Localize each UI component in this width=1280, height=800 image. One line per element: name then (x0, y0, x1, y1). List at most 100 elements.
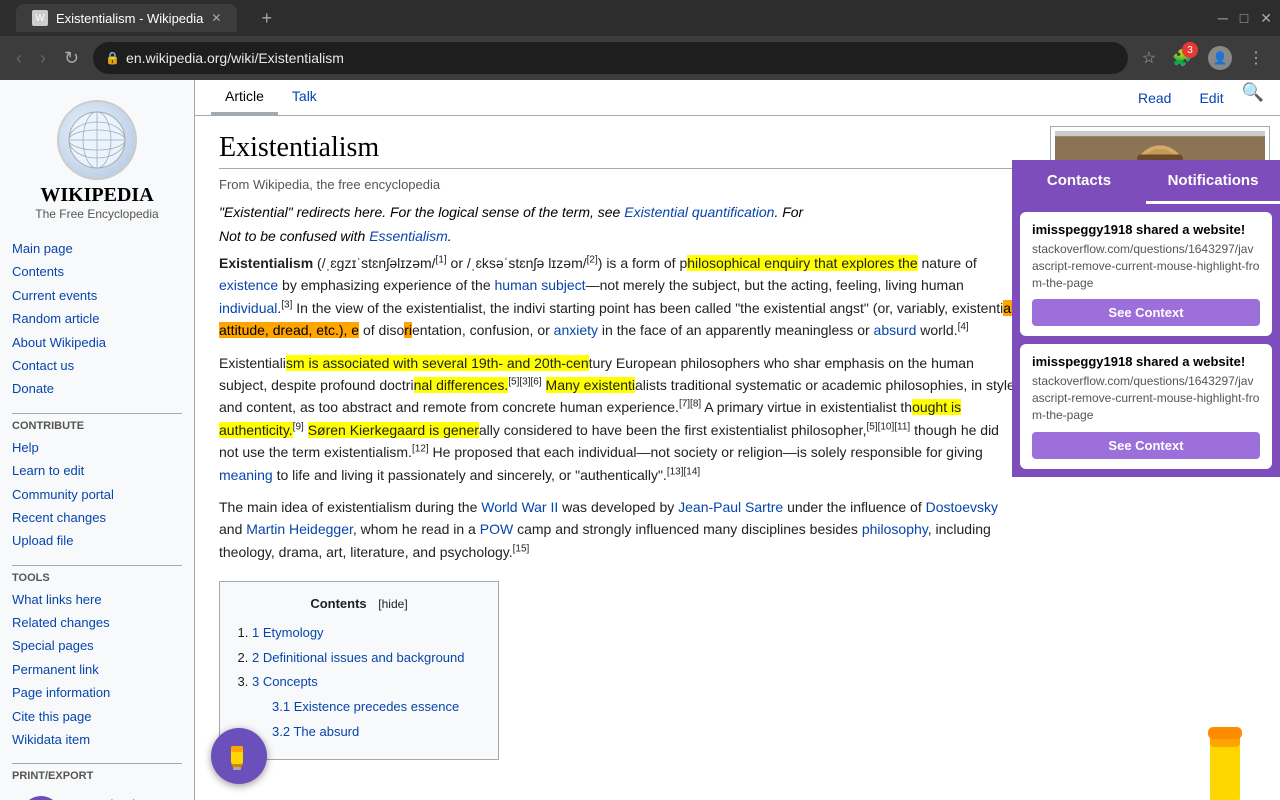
sidebar-link-learn[interactable]: Learn to edit (12, 459, 182, 482)
toc-link-3-2[interactable]: 3.2 The absurd (272, 724, 359, 739)
individual-link[interactable]: individual (219, 300, 277, 316)
print-button[interactable]: 💾 (21, 796, 61, 800)
wiki-tabs: Article Talk Read Edit 🔍 (195, 80, 1280, 116)
edit-action[interactable]: Edit (1189, 82, 1233, 114)
absurd-link[interactable]: absurd (874, 322, 917, 338)
search-icon[interactable]: 🔍 (1242, 82, 1264, 114)
paragraph-3: The main idea of existentialism during t… (219, 496, 1016, 563)
sidebar-link-pdf[interactable]: Download as PDF (77, 793, 182, 800)
notification-tabs: Contacts Notifications (1012, 160, 1280, 204)
minimize-button[interactable]: ─ (1218, 10, 1228, 27)
toc-link-3-1[interactable]: 3.1 Existence precedes essence (272, 699, 459, 714)
sidebar-link-permanent[interactable]: Permanent link (12, 658, 182, 681)
sidebar-link-main[interactable]: Main page (12, 237, 182, 260)
sidebar-link-wikidata[interactable]: Wikidata item (12, 728, 182, 751)
sidebar-link-whatlinks[interactable]: What links here (12, 588, 182, 611)
sidebar-tools-section: Tools What links here Related changes Sp… (0, 559, 194, 758)
new-tab-button[interactable]: + (253, 4, 280, 33)
tab-favicon: W (32, 10, 48, 26)
url-text: en.wikipedia.org/wiki/Existentialism (126, 50, 1116, 66)
sidebar-link-contact[interactable]: Contact us (12, 354, 182, 377)
sidebar-link-cite[interactable]: Cite this page (12, 705, 182, 728)
contacts-tab[interactable]: Contacts (1012, 160, 1146, 204)
menu-button[interactable]: ⋮ (1244, 44, 1268, 72)
notification-panel: Contacts Notifications imisspeggy1918 sh… (1012, 160, 1280, 477)
meaning-link[interactable]: meaning (219, 467, 273, 483)
heidegger-link[interactable]: Martin Heidegger (246, 521, 353, 537)
extension-button[interactable]: 🧩 3 (1168, 44, 1196, 72)
ww2-link[interactable]: World War II (481, 499, 558, 515)
refresh-button[interactable]: ↻ (60, 44, 83, 73)
browser-controls: ‹ › ↻ 🔒 en.wikipedia.org/wiki/Existentia… (0, 36, 1280, 80)
wiki-logo-sub: The Free Encyclopedia (10, 207, 184, 221)
philosophy-link[interactable]: philosophy (862, 521, 928, 537)
notif-card-2-url: stackoverflow.com/questions/1643297/java… (1032, 373, 1260, 423)
notification-card-1: imisspeggy1918 shared a website! stackov… (1020, 212, 1272, 336)
paragraph-1: Existentialism (/ˌɛɡzɪˈstɛnʃəlɪzəm/[1] o… (219, 252, 1016, 342)
address-bar[interactable]: 🔒 en.wikipedia.org/wiki/Existentialism (93, 42, 1128, 74)
lead-bold: Existentialism (219, 255, 313, 271)
print-links: Download as PDF Printable version (77, 793, 182, 800)
toc-link-3[interactable]: 3 Concepts (252, 674, 318, 689)
existence-link[interactable]: existence (219, 277, 278, 293)
avatar-button[interactable]: 👤 (1204, 42, 1236, 74)
close-button[interactable]: ✕ (1260, 10, 1272, 27)
tab-talk[interactable]: Talk (278, 80, 331, 115)
browser-tab-active[interactable]: W Existentialism - Wikipedia ✕ (16, 4, 237, 32)
dostoevsky-link[interactable]: Dostoevsky (926, 499, 998, 515)
forward-button[interactable]: › (36, 44, 50, 73)
user-avatar: 👤 (1208, 46, 1232, 70)
sidebar-contribute-section: Contribute Help Learn to edit Community … (0, 407, 194, 559)
lock-icon: 🔒 (105, 51, 120, 65)
highlighter-widget[interactable] (211, 728, 267, 784)
anxiety-link[interactable]: anxiety (554, 322, 598, 338)
sidebar-link-random[interactable]: Random article (12, 307, 182, 330)
sidebar-link-donate[interactable]: Donate (12, 377, 182, 400)
see-context-button-1[interactable]: See Context (1032, 299, 1260, 326)
maximize-button[interactable]: □ (1240, 10, 1248, 27)
sidebar-link-events[interactable]: Current events (12, 284, 182, 307)
existential-quantification-link[interactable]: Existential quantification (624, 204, 774, 220)
sidebar-link-special[interactable]: Special pages (12, 634, 182, 657)
page-content: WIKIPEDIA The Free Encyclopedia Main pag… (0, 80, 1280, 800)
human-subject-link[interactable]: human subject (495, 277, 586, 293)
tools-section-title: Tools (12, 565, 182, 584)
notification-card-2: imisspeggy1918 shared a website! stackov… (1020, 344, 1272, 468)
tab-close-button[interactable]: ✕ (211, 11, 221, 25)
toc-link-2[interactable]: 2 Definitional issues and background (252, 650, 465, 665)
pow-link[interactable]: POW (480, 521, 513, 537)
contribute-section-title: Contribute (12, 413, 182, 432)
toc-item-3-2: 3.2 The absurd (272, 722, 482, 743)
wiki-sidebar: WIKIPEDIA The Free Encyclopedia Main pag… (0, 80, 195, 800)
wiki-tab-actions: Read Edit 🔍 (1128, 82, 1264, 114)
toc-title: Contents (310, 596, 366, 611)
sidebar-link-community[interactable]: Community portal (12, 483, 182, 506)
toc-item-3-1: 3.1 Existence precedes essence (272, 697, 482, 718)
note1-text: "Existential" redirects here. For the lo… (219, 204, 624, 220)
notification-cards: imisspeggy1918 shared a website! stackov… (1012, 204, 1280, 477)
article-note1: "Existential" redirects here. For the lo… (219, 204, 1016, 220)
back-button[interactable]: ‹ (12, 44, 26, 73)
star-button[interactable]: ☆ (1138, 44, 1160, 72)
essentialism-link[interactable]: Essentialism (369, 228, 448, 244)
tab-article[interactable]: Article (211, 80, 278, 115)
wiki-logo-text: WIKIPEDIA (10, 184, 184, 207)
sidebar-nav-section: Main page Contents Current events Random… (0, 231, 194, 407)
sidebar-link-upload[interactable]: Upload file (12, 529, 182, 552)
paragraph-2: Existentialism is associated with severa… (219, 352, 1016, 486)
sidebar-link-recent[interactable]: Recent changes (12, 506, 182, 529)
toc-hide[interactable]: [hide] (378, 597, 407, 611)
notif-card-2-header: imisspeggy1918 shared a website! (1032, 354, 1260, 369)
read-action[interactable]: Read (1128, 82, 1181, 114)
sidebar-link-help[interactable]: Help (12, 436, 182, 459)
sidebar-link-related[interactable]: Related changes (12, 611, 182, 634)
sidebar-link-pageinfo[interactable]: Page information (12, 681, 182, 704)
highlighter-area (1050, 722, 1270, 800)
sidebar-link-contents[interactable]: Contents (12, 260, 182, 283)
see-context-button-2[interactable]: See Context (1032, 432, 1260, 459)
sidebar-link-about[interactable]: About Wikipedia (12, 331, 182, 354)
notifications-tab[interactable]: Notifications (1146, 160, 1280, 204)
sartre-link[interactable]: Jean-Paul Sartre (678, 499, 783, 515)
toc-link-1[interactable]: 1 Etymology (252, 625, 324, 640)
article-from: From Wikipedia, the free encyclopedia (219, 177, 1016, 192)
